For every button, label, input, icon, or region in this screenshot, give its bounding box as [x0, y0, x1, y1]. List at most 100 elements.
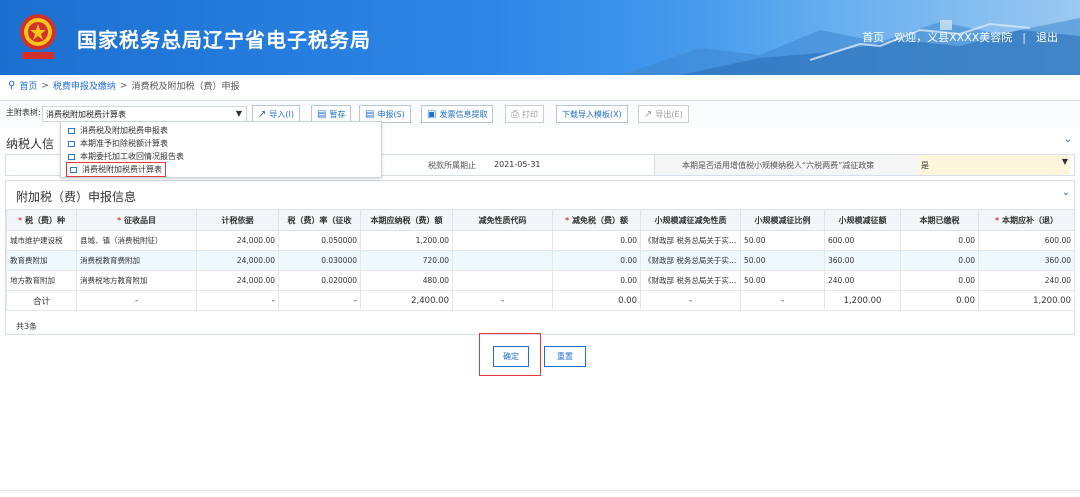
print-button[interactable]: ⎙ 打印 [505, 105, 544, 123]
table-cell: 0.00 [552, 290, 641, 311]
table-cell: 600.00 [824, 230, 901, 251]
page-bottom-divider [0, 490, 1080, 491]
logout-link[interactable]: 退出 [1036, 29, 1058, 45]
dropdown-item[interactable]: 本期准予扣除税额计算表 [68, 138, 168, 149]
table-tree-dropdown: 消费税及附加税费申报表 本期准予扣除税额计算表 本期委托加工收回情况报告表 消费… [60, 121, 382, 178]
table-cell[interactable]: 24,000.00 [196, 270, 279, 291]
dropdown-item[interactable]: 本期委托加工收回情况报告表 [68, 151, 184, 162]
print-label: 打印 [522, 109, 538, 119]
table-cell: 50.00 [740, 230, 825, 251]
table-cell: - [196, 290, 279, 311]
table-cell[interactable]: 24,000.00 [196, 250, 279, 271]
document-icon [68, 153, 75, 160]
dropdown-item[interactable]: 消费税及附加税费申报表 [68, 125, 168, 136]
required-mark: * [18, 215, 23, 225]
table-cell: 2,400.00 [360, 290, 453, 311]
record-count: 共3条 [16, 322, 38, 331]
surcharge-panel-title: 附加税（费）申报信息 [16, 190, 137, 204]
table-cell: 240.00 [978, 270, 1075, 291]
caret-down-icon: ▼ [1061, 157, 1068, 166]
dropdown-item-label: 本期准予扣除税额计算表 [80, 139, 168, 148]
location-pin-icon: ⚲ [8, 80, 16, 91]
column-header: 本期已缴税 [900, 209, 979, 231]
table-cell: 1,200.00 [978, 290, 1075, 311]
table-cell: 360.00 [978, 250, 1075, 271]
site-header: 国家税务总局辽宁省电子税务局 首页 欢迎，义县XXXX美容院 | 退出 [0, 0, 1080, 75]
period-value: 2021-05-31 [494, 160, 541, 169]
table-cell: 600.00 [978, 230, 1075, 251]
column-header: 计税依据 [196, 209, 279, 231]
chevron-down-icon[interactable]: ⌄ [1064, 134, 1072, 145]
table-total-row: 合计 - - - 2,400.00 - 0.00 - - 1,200.00 0.… [6, 290, 1075, 311]
column-header: * 征收品目 [76, 209, 197, 231]
table-row: 教育费附加 消费税教育费附加 24,000.00 0.030000 720.00… [6, 250, 1075, 271]
column-header: * 本期应补（退） [978, 209, 1075, 231]
tax-bureau-emblem-icon [20, 14, 56, 59]
table-row: 地方教育附加 消费税地方教育附加 24,000.00 0.020000 480.… [6, 270, 1075, 291]
breadcrumb-home[interactable]: 首页 [19, 79, 37, 92]
table-cell: 50.00 [740, 250, 825, 271]
dropdown-item-selected[interactable]: 消费税附加税费计算表 [66, 162, 166, 177]
table-cell[interactable]: 《财政部 税务总局关于实施... [640, 230, 741, 251]
table-cell: - [76, 290, 197, 311]
table-cell: - [740, 290, 825, 311]
table-cell: - [278, 290, 361, 311]
export-label: 导出(E) [655, 109, 683, 119]
table-cell: 0.00 [552, 230, 641, 251]
invoice-label: 发票信息提取 [439, 109, 488, 119]
column-header: 小规模减征比例 [740, 209, 825, 231]
table-tree-label: 主附表树: [6, 108, 41, 117]
table-cell[interactable] [452, 230, 553, 251]
table-cell: 480.00 [360, 270, 453, 291]
table-cell: 地方教育附加 [6, 270, 77, 291]
home-link[interactable]: 首页 [862, 29, 884, 45]
download-template-button[interactable]: 下载导入模板(X) [556, 105, 628, 123]
table-cell[interactable]: 0.00 [900, 250, 979, 271]
table-row: 城市维护建设税 县城、镇（消费税附征） 24,000.00 0.050000 1… [6, 230, 1075, 251]
table-cell[interactable]: 《财政部 税务总局关于实施... [640, 250, 741, 271]
policy-select[interactable]: 是 ▼ [918, 155, 1070, 175]
table-cell: 1,200.00 [824, 290, 901, 311]
table-tree-select[interactable]: 消费税附加税费计算表 ▼ [42, 106, 247, 122]
dropdown-item-label: 本期委托加工收回情况报告表 [80, 152, 184, 161]
table-header-row: * 税（费）种 * 征收品目 计税依据 税（费）率（征收 本期应纳税（费）额 减… [6, 209, 1075, 231]
column-header: * 减免税（费）额 [552, 209, 641, 231]
table-cell: 720.00 [360, 250, 453, 271]
column-header: 小规模减征额 [824, 209, 901, 231]
confirm-button[interactable]: 确定 [493, 346, 529, 367]
reset-button[interactable]: 重置 [544, 346, 586, 367]
required-mark: * [565, 215, 570, 225]
table-tree-selected: 消费税附加税费计算表 [46, 110, 126, 119]
policy-value: 是 [921, 161, 929, 170]
column-header: 本期应纳税（费）额 [360, 209, 453, 231]
invoice-extract-button[interactable]: ▣ 发票信息提取 [421, 105, 494, 123]
table-cell[interactable]: 0.00 [900, 230, 979, 251]
table-cell: 50.00 [740, 270, 825, 291]
table-cell[interactable] [452, 270, 553, 291]
column-header: 减免性质代码 [452, 209, 553, 231]
table-cell[interactable]: 0.00 [900, 270, 979, 291]
table-cell: 教育费附加 [6, 250, 77, 271]
breadcrumb: ⚲ 首页 > 税费申报及缴纳 > 消费税及附加税（费）申报 [8, 79, 239, 92]
table-cell: 0.00 [552, 250, 641, 271]
table-cell: 360.00 [824, 250, 901, 271]
required-mark: * [995, 215, 1000, 225]
table-cell[interactable]: 24,000.00 [196, 230, 279, 251]
printer-icon: ⎙ [511, 108, 519, 120]
breadcrumb-separator: > [119, 80, 128, 91]
document-icon [68, 140, 75, 147]
table-cell[interactable]: 《财政部 税务总局关于实施... [640, 270, 741, 291]
export-button[interactable]: ↗ 导出(E) [638, 105, 689, 123]
table-cell: 消费税地方教育附加 [76, 270, 197, 291]
table-cell: 消费税教育费附加 [76, 250, 197, 271]
period-label: 税款所属期止 [428, 161, 476, 170]
breadcrumb-tax-declaration[interactable]: 税费申报及缴纳 [53, 79, 116, 92]
table-cell[interactable] [452, 250, 553, 271]
link-separator: | [1022, 30, 1026, 44]
import-label: 导入(I) [269, 109, 294, 119]
chevron-down-icon[interactable]: ⌄ [1062, 187, 1070, 198]
import-icon: ↗ [258, 108, 267, 120]
column-header-label: 减免税（费）额 [571, 215, 628, 225]
surcharge-table: * 税（费）种 * 征收品目 计税依据 税（费）率（征收 本期应纳税（费）额 减… [6, 209, 1075, 311]
table-cell: 合计 [6, 290, 77, 311]
